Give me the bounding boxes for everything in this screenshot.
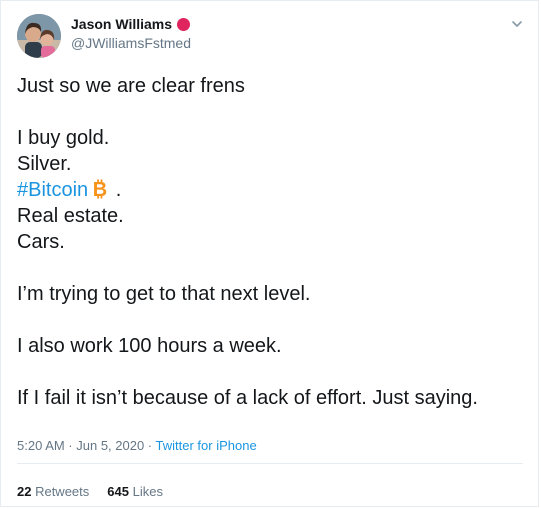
tweet-line: If I fail it isn’t because of a lack of …: [17, 387, 478, 409]
red-circle-icon: [177, 17, 191, 31]
tweet-stats: 22 Retweets 645 Likes: [17, 484, 163, 499]
svg-text:B: B: [93, 179, 107, 199]
tweet-timestamp[interactable]: 5:20 AM · Jun 5, 2020 ·: [17, 438, 156, 453]
retweets-label: Retweets: [31, 484, 90, 499]
author-handle[interactable]: @JWilliamsFstmed: [71, 35, 191, 51]
chevron-down-icon[interactable]: [510, 17, 524, 31]
tweet-meta: 5:20 AM · Jun 5, 2020 · Twitter for iPho…: [17, 438, 257, 453]
retweets-count: 22: [17, 484, 32, 499]
tweet-line: I also work 100 hours a week.: [17, 335, 282, 357]
author-display-name[interactable]: Jason Williams: [71, 16, 172, 32]
tweet-hashtag-line: #Bitcoin B .: [17, 177, 527, 203]
tweet-line: I buy gold.: [17, 127, 110, 149]
likes-label: Likes: [128, 484, 163, 499]
avatar[interactable]: [17, 14, 61, 58]
author-name-row: Jason Williams: [71, 16, 191, 32]
divider: [17, 463, 523, 464]
tweet-line: Just so we are clear frens: [17, 75, 245, 97]
hashtag-suffix: .: [110, 179, 122, 201]
likes-stat[interactable]: 645 Likes: [107, 484, 163, 499]
tweet-line: Silver.: [17, 153, 72, 175]
tweet-line: Real estate.: [17, 205, 124, 227]
hashtag-bitcoin-link[interactable]: #Bitcoin: [17, 179, 88, 201]
likes-count: 645: [107, 484, 129, 499]
tweet-card: Jason Williams @JWilliamsFstmed Just so …: [0, 0, 539, 507]
tweet-line: Cars.: [17, 231, 65, 253]
retweets-stat[interactable]: 22 Retweets: [17, 484, 89, 499]
tweet-line: I’m trying to get to that next level.: [17, 283, 311, 305]
tweet-text: Just so we are clear frens I buy gold. S…: [17, 73, 527, 411]
tweet-source-link[interactable]: Twitter for iPhone: [156, 438, 257, 453]
bitcoin-icon: B: [90, 179, 110, 206]
